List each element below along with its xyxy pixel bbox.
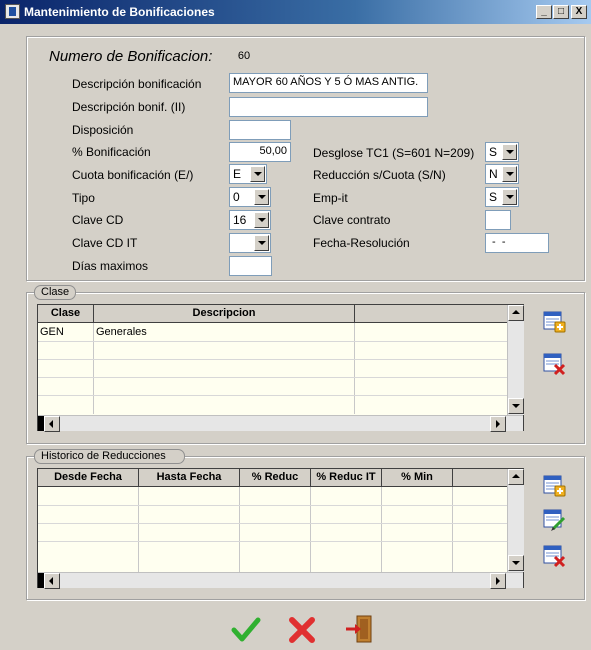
window-title: Mantenimiento de Bonificaciones [24, 5, 215, 19]
disposicion-input[interactable] [229, 120, 291, 140]
row-line [38, 395, 508, 396]
descripcion2-label: Descripción bonif. (II) [72, 100, 186, 114]
reduc-col-header[interactable]: % Reduc [240, 469, 311, 487]
chevron-down-icon[interactable] [254, 189, 269, 205]
reduccion-value: N [489, 167, 498, 181]
scroll-down-icon[interactable] [508, 555, 524, 571]
add-record-icon[interactable] [541, 473, 567, 499]
delete-record-icon[interactable] [541, 543, 567, 569]
clave-contrato-input[interactable] [485, 210, 511, 230]
historico-vertical-scrollbar[interactable] [507, 469, 524, 572]
scroll-left-icon[interactable] [44, 573, 60, 589]
disposicion-label: Disposición [72, 123, 134, 137]
porc-bonificacion-input[interactable]: 50,00 [229, 142, 291, 162]
chevron-down-icon[interactable] [254, 212, 269, 228]
clave-cd-value: 16 [233, 213, 247, 227]
descripcion2-input[interactable] [229, 97, 428, 117]
row-line [38, 341, 508, 342]
minimize-button[interactable]: _ [536, 5, 552, 19]
maximize-button[interactable]: □ [553, 5, 569, 19]
column-divider [93, 323, 94, 414]
historico-grid[interactable]: Desde Fecha Hasta Fecha % Reduc % Reduc … [37, 468, 524, 589]
clave-contrato-label: Clave contrato [313, 213, 391, 227]
fecha-resolucion-input[interactable]: - - [485, 233, 549, 253]
numero-label: Numero de Bonificacion: [49, 48, 213, 65]
clase-col-header[interactable]: Clase [38, 305, 94, 323]
chevron-down-icon[interactable] [502, 166, 517, 182]
reduccion-label: Reducción s/Cuota (S/N) [313, 168, 446, 182]
clase-legend: Clase [34, 285, 77, 300]
clase-horizontal-scrollbar[interactable] [38, 415, 523, 432]
green-check-icon[interactable] [231, 615, 261, 645]
row-line [38, 541, 508, 542]
scroll-left-icon[interactable] [44, 416, 60, 432]
numero-value: 60 [229, 47, 259, 67]
porc-bonificacion-label: % Bonificación [72, 145, 151, 159]
column-divider [381, 487, 382, 572]
emp-it-label: Emp-it [313, 191, 348, 205]
column-divider [138, 487, 139, 572]
cuota-value: E [233, 167, 242, 181]
tipo-select[interactable]: 0 [229, 187, 271, 207]
column-divider [452, 487, 453, 572]
scroll-up-icon[interactable] [508, 305, 524, 321]
descripcion-col-header[interactable]: Descripcion [94, 305, 355, 323]
descripcion-cell[interactable]: Generales [96, 326, 147, 338]
scroll-right-icon[interactable] [490, 416, 506, 432]
clase-grid[interactable]: Clase Descripcion GEN Generales [37, 304, 524, 432]
window-titlebar: Mantenimiento de Bonificaciones _ □ X [0, 0, 591, 24]
desglose-select[interactable]: S [485, 142, 519, 162]
desglose-label: Desglose TC1 (S=601 N=209) [313, 146, 475, 160]
clave-cd-label: Clave CD [72, 213, 124, 227]
historico-horizontal-scrollbar[interactable] [38, 572, 523, 589]
tipo-label: Tipo [72, 191, 95, 205]
red-x-icon[interactable] [287, 615, 317, 645]
scroll-down-icon[interactable] [508, 398, 524, 414]
tipo-value: 0 [233, 190, 240, 204]
chevron-down-icon[interactable] [502, 144, 517, 160]
emp-it-select[interactable]: S [485, 187, 519, 207]
edit-record-icon[interactable] [541, 507, 567, 533]
empty-col-header [355, 305, 507, 323]
descripcion-input[interactable]: MAYOR 60 AÑOS Y 5 Ó MAS ANTIG. [229, 73, 428, 93]
clase-cell[interactable]: GEN [40, 326, 64, 338]
close-button[interactable]: X [571, 5, 587, 19]
add-record-icon[interactable] [541, 309, 567, 335]
reduc-it-col-header[interactable]: % Reduc IT [311, 469, 382, 487]
clave-cd-select[interactable]: 16 [229, 210, 271, 230]
dias-maximos-input[interactable] [229, 256, 272, 276]
clave-cd-it-select[interactable] [229, 233, 271, 253]
emp-it-value: S [489, 190, 498, 204]
cuota-select[interactable]: E [229, 164, 267, 184]
row-line [38, 523, 508, 524]
app-icon [5, 4, 20, 19]
descripcion-label: Descripción bonificación [72, 77, 202, 91]
chevron-down-icon[interactable] [254, 235, 269, 251]
desglose-value: S [489, 145, 498, 159]
scroll-right-icon[interactable] [490, 573, 506, 589]
column-divider [310, 487, 311, 572]
fecha-resolucion-label: Fecha-Resolución [313, 236, 410, 250]
scroll-up-icon[interactable] [508, 469, 524, 485]
clase-vertical-scrollbar[interactable] [507, 305, 524, 415]
historico-legend: Historico de Reducciones [34, 449, 185, 464]
row-line [38, 377, 508, 378]
min-col-header[interactable]: % Min [382, 469, 453, 487]
dias-maximos-label: Días maximos [72, 259, 149, 273]
row-line [38, 359, 508, 360]
hasta-fecha-col-header[interactable]: Hasta Fecha [139, 469, 240, 487]
delete-record-icon[interactable] [541, 351, 567, 377]
chevron-down-icon[interactable] [502, 189, 517, 205]
chevron-down-icon[interactable] [250, 166, 265, 182]
desde-fecha-col-header[interactable]: Desde Fecha [38, 469, 139, 487]
empty-col-header [453, 469, 507, 487]
row-line [38, 505, 508, 506]
cuota-label: Cuota bonificación (E/) [72, 168, 194, 182]
exit-door-icon[interactable] [344, 614, 374, 644]
column-divider [354, 323, 355, 414]
reduccion-select[interactable]: N [485, 164, 519, 184]
clave-cd-it-label: Clave CD IT [72, 236, 138, 250]
column-divider [239, 487, 240, 572]
